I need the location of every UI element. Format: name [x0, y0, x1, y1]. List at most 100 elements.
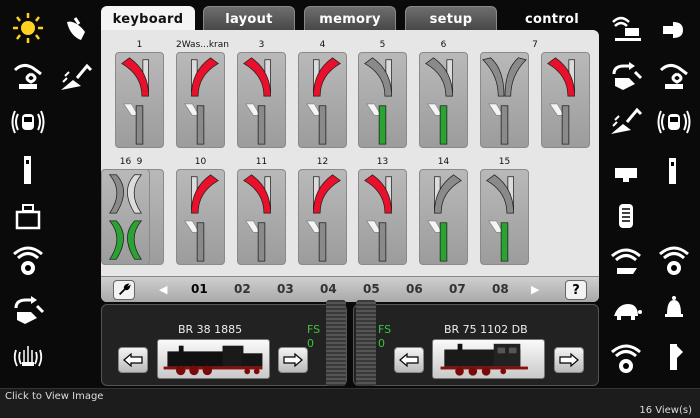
switch-button[interactable] [480, 169, 529, 265]
switch-track-icon [482, 57, 527, 145]
page-number-04[interactable]: 04 [320, 282, 337, 296]
switch-track-icon [547, 57, 575, 145]
switch-track-icon [243, 57, 271, 145]
switch-button[interactable] [115, 52, 164, 148]
direction-left-button[interactable] [118, 347, 148, 373]
page-left-arrow[interactable]: ◀ [159, 283, 167, 296]
page-number-05[interactable]: 05 [363, 282, 380, 296]
switch-button[interactable] [176, 169, 225, 265]
switch-slot: 14 [419, 157, 468, 265]
switch-number: 5 [379, 40, 386, 50]
pantograph-icon[interactable] [604, 198, 648, 234]
switch-button[interactable] [419, 169, 468, 265]
speed-slider-right[interactable] [356, 300, 376, 386]
switch-slot: 1 [115, 40, 164, 148]
switch-track-icon [305, 174, 341, 262]
switch-slot: 10 [176, 157, 225, 265]
speed-slider-left[interactable] [326, 300, 346, 386]
light-bulb-icon[interactable] [6, 10, 50, 46]
switch-number: 6 [440, 40, 447, 50]
switch-number: 16 [119, 157, 132, 167]
tab-layout[interactable]: layout [203, 6, 295, 32]
switch-number: 3 [258, 40, 265, 50]
switch-button[interactable] [237, 52, 286, 148]
locomotive-image[interactable] [432, 339, 545, 379]
signal-post-icon[interactable] [6, 152, 50, 188]
locomotive-image[interactable] [157, 339, 270, 379]
switch-slot: 2Was...kran [176, 40, 229, 148]
switch-slot: 6 [419, 40, 468, 148]
coupling-rotate-icon[interactable] [6, 294, 50, 330]
excavator-icon[interactable] [604, 104, 648, 140]
tab-setup[interactable]: setup [405, 6, 497, 32]
horn-icon[interactable] [652, 12, 696, 48]
direction-right-button[interactable] [554, 347, 584, 373]
tab-keyboard[interactable]: keyboard [101, 6, 195, 32]
switch-button[interactable] [101, 169, 150, 265]
switch-slot: 7 [480, 40, 590, 148]
turtle-icon[interactable] [604, 292, 648, 328]
switch-button[interactable] [419, 52, 468, 148]
smoke-generator-icon[interactable] [604, 244, 648, 280]
switch-track-icon [108, 174, 143, 260]
crane-hook-icon[interactable] [6, 58, 50, 94]
radio-wheel-icon[interactable] [604, 340, 648, 376]
fountain-icon[interactable] [6, 338, 50, 374]
page-number-08[interactable]: 08 [492, 282, 509, 296]
direction-right-button[interactable] [278, 347, 308, 373]
switch-number: 2Was...kran [176, 40, 229, 50]
switch-track-icon [183, 174, 219, 262]
smoke-generator-icon[interactable] [652, 242, 696, 278]
hand-pointer-icon[interactable] [54, 14, 98, 50]
smoke-generator-icon[interactable] [6, 242, 50, 278]
view-count: 16 View(s) [639, 405, 692, 416]
status-bar: Click to View Image 16 View(s) [0, 388, 700, 418]
switch-button[interactable] [541, 52, 590, 148]
switch-button[interactable] [298, 52, 347, 148]
excavator-icon[interactable] [54, 60, 98, 96]
switch-track-icon [305, 57, 341, 145]
switch-slot: 3 [237, 40, 286, 148]
switch-button[interactable] [358, 169, 407, 265]
tab-control[interactable]: control [505, 6, 599, 32]
help-button[interactable]: ? [565, 280, 587, 300]
switch-button[interactable] [237, 169, 286, 265]
switch-number: 15 [498, 157, 511, 167]
page-number-01[interactable]: 01 [191, 282, 208, 296]
tab-memory[interactable]: memory [304, 6, 396, 32]
page-number-02[interactable]: 02 [234, 282, 251, 296]
switch-button[interactable] [298, 169, 347, 265]
app-window: keyboard layout memory setup control 1 2W… [0, 0, 700, 388]
diesel-engine-icon[interactable] [652, 152, 696, 188]
conveyor-icon[interactable] [604, 12, 648, 48]
coupling-rotate-icon[interactable] [604, 60, 648, 96]
crane-hook-icon[interactable] [652, 58, 696, 94]
switch-slot: 5 [358, 40, 407, 148]
page-bar: ◀ 01 02 03 04 05 06 07 08 ▶ ? [101, 276, 599, 302]
weight-icon[interactable] [6, 198, 50, 234]
page-number-06[interactable]: 06 [406, 282, 423, 296]
whistle-icon[interactable] [604, 154, 648, 190]
switch-keyboard-panel: 1 2Was...kran 3 4 5 6 7 9 10 11 12 13 14 15 16 [101, 30, 599, 302]
switch-track-icon [364, 57, 392, 145]
switch-number: 1 [136, 40, 143, 50]
function-set-label: FS [307, 323, 321, 336]
page-number-07[interactable]: 07 [449, 282, 466, 296]
switch-track-icon [183, 57, 219, 145]
switch-track-icon [486, 174, 514, 262]
switch-button[interactable] [358, 52, 407, 148]
page-right-arrow[interactable]: ▶ [531, 283, 539, 296]
wrench-icon[interactable] [113, 280, 135, 300]
switch-button[interactable] [480, 52, 529, 148]
signal-post-icon[interactable] [652, 338, 696, 374]
radio-locomotive-icon[interactable] [652, 104, 696, 140]
switch-button[interactable] [176, 52, 225, 148]
radio-locomotive-icon[interactable] [6, 104, 50, 140]
locomotive-cab-right: FS 0 BR 75 1102 DB [353, 304, 599, 386]
function-set-value: 0 [378, 337, 385, 350]
direction-left-button[interactable] [394, 347, 424, 373]
bell-icon[interactable] [652, 290, 696, 326]
page-number-03[interactable]: 03 [277, 282, 294, 296]
switch-number: 13 [376, 157, 389, 167]
view-image-link[interactable]: Click to View Image [5, 391, 103, 402]
